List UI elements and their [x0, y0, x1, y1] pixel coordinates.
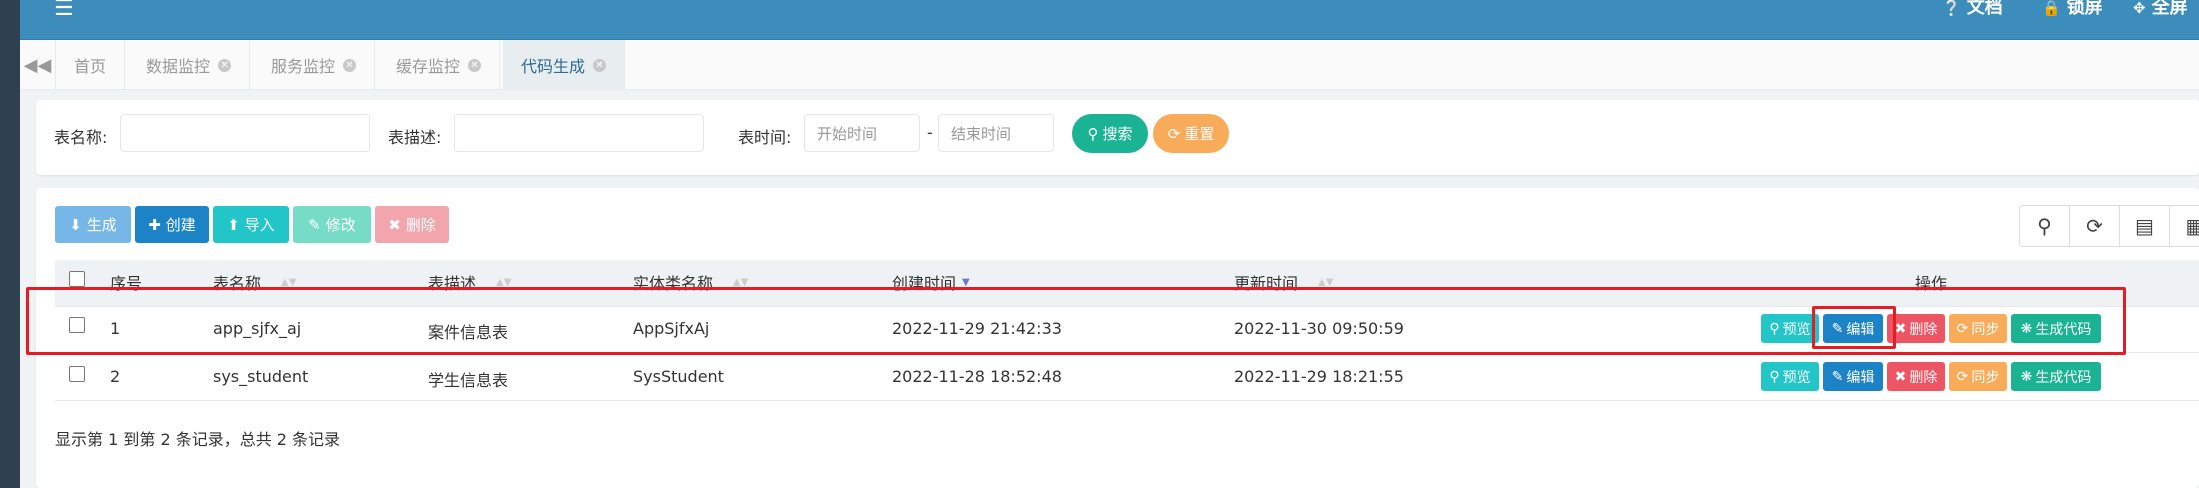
remove-icon: ✖	[1894, 368, 1907, 385]
search-icon[interactable]: ⚲	[2020, 206, 2070, 246]
row-created: 2022-11-28 18:52:48	[892, 367, 1062, 386]
import-button-label: 导入	[244, 216, 275, 234]
lock-label: 锁屏	[2066, 0, 2103, 18]
create-button-label: 创建	[165, 216, 196, 234]
docs-link[interactable]: ❔ 文档	[1942, 0, 2003, 17]
sort-icon: ▲▼	[281, 276, 297, 288]
sort-icon: ▲▼	[733, 276, 749, 288]
refresh-icon[interactable]: ⟳	[2070, 206, 2120, 246]
upload-icon: ⬆	[227, 215, 240, 234]
reset-button-label: 重置	[1184, 125, 1215, 143]
tab-label: 代码生成	[521, 57, 586, 76]
close-icon[interactable]: ✕	[468, 58, 482, 72]
table-desc-label: 表描述:	[388, 128, 442, 147]
create-button[interactable]: ✚ 创建	[135, 206, 209, 243]
close-icon[interactable]: ✕	[593, 58, 607, 72]
tab-data-monitor[interactable]: 数据监控 ✕	[128, 40, 251, 90]
search-button[interactable]: ⚲ 搜索	[1072, 114, 1148, 153]
pagination-info: 显示第 1 到第 2 条记录，总共 2 条记录	[55, 430, 341, 449]
table-name-label: 表名称:	[54, 128, 108, 147]
page-tabs: ◀◀ 首页 数据监控 ✕ 服务监控 ✕ 缓存监控 ✕ 代码生成 ✕	[20, 40, 2199, 90]
tab-cache-monitor[interactable]: 缓存监控 ✕	[378, 40, 501, 90]
import-button[interactable]: ⬆ 导入	[213, 206, 289, 243]
fullscreen-link[interactable]: ✥ 全屏	[2133, 0, 2188, 17]
bug-icon: ❋	[2020, 368, 2033, 385]
sort-icon: ▲▼	[1318, 276, 1334, 288]
table-desc-input[interactable]	[454, 114, 704, 152]
sort-icon: ▲▼	[496, 276, 512, 288]
top-navbar: ☰ ❔ 文档 🔒 锁屏 ✥ 全屏	[20, 0, 2199, 40]
sort-desc-icon: ▼	[962, 276, 970, 288]
table-tools: ⚲ ⟳ ▤ ▦	[2019, 205, 2199, 247]
tab-label: 首页	[74, 57, 107, 76]
row-checkbox[interactable]	[69, 366, 85, 382]
generate-button-label: 生成	[86, 216, 117, 234]
delete-button[interactable]: ✖ 删除	[375, 206, 449, 243]
generate-code-label: 生成代码	[2035, 369, 2092, 386]
tab-code-generation[interactable]: 代码生成 ✕	[503, 40, 626, 90]
sync-button[interactable]: ⟳ 同步	[1949, 362, 2007, 391]
time-separator: -	[927, 123, 933, 142]
lock-icon: 🔒	[2042, 0, 2061, 17]
download-icon: ⬇	[69, 215, 82, 234]
bars-icon[interactable]: ☰	[54, 0, 74, 20]
sidebar-strip	[0, 0, 20, 488]
plus-icon: ✚	[148, 215, 161, 234]
table-time-label: 表时间:	[738, 128, 792, 147]
tab-server-monitor[interactable]: 服务监控 ✕	[253, 40, 376, 90]
tab-label: 缓存监控	[396, 57, 461, 76]
row-delete-button[interactable]: ✖ 删除	[1887, 362, 1945, 391]
edit-icon: ✎	[1831, 368, 1844, 385]
lock-screen-link[interactable]: 🔒 锁屏	[2042, 0, 2103, 17]
tab-label: 数据监控	[146, 57, 211, 76]
search-form: 表名称: 表描述: 表时间: 开始时间 - 结束时间 ⚲ 搜索 ⟳ 重置	[36, 100, 2199, 175]
fullscreen-label: 全屏	[2151, 0, 2188, 18]
expand-icon: ✥	[2133, 0, 2146, 17]
preview-label: 预览	[1782, 369, 1811, 386]
highlight-row-annotation	[26, 287, 2126, 355]
start-time-input[interactable]: 开始时间	[804, 114, 920, 152]
reset-button[interactable]: ⟳ 重置	[1153, 114, 1229, 153]
search-button-label: 搜索	[1102, 125, 1133, 143]
generate-code-button[interactable]: ❋ 生成代码	[2011, 362, 2101, 391]
tab-label: 服务监控	[271, 57, 336, 76]
sync-label: 同步	[1971, 369, 2000, 386]
refresh-icon: ⟳	[1167, 124, 1181, 143]
delete-label: 删除	[1909, 369, 1938, 386]
close-icon[interactable]: ✕	[218, 58, 232, 72]
search-icon: ⚲	[1769, 368, 1780, 385]
edit-icon: ✎	[308, 215, 321, 234]
edit-label: 编辑	[1846, 369, 1875, 386]
select-all-checkbox[interactable]	[69, 271, 85, 287]
edit-button-label: 修改	[325, 216, 356, 234]
edit-button[interactable]: ✎ 修改	[293, 206, 371, 243]
columns-icon[interactable]: ▦	[2170, 206, 2199, 246]
table-name-input[interactable]	[120, 114, 370, 152]
search-icon: ⚲	[1087, 124, 1099, 143]
tabs-scroll-left-icon[interactable]: ◀◀	[20, 40, 56, 90]
question-circle-icon: ❔	[1942, 0, 1961, 17]
highlight-edit-annotation	[1812, 306, 1896, 349]
row-index: 2	[110, 367, 121, 386]
preview-button[interactable]: ⚲ 预览	[1761, 362, 1819, 391]
toggle-view-icon[interactable]: ▤	[2120, 206, 2170, 246]
remove-icon: ✖	[388, 215, 401, 234]
row-entity: SysStudent	[633, 367, 724, 386]
tab-home[interactable]: 首页	[56, 40, 126, 90]
row-edit-button[interactable]: ✎ 编辑	[1823, 362, 1883, 391]
refresh-icon: ⟳	[1956, 368, 1969, 385]
row-divider	[55, 400, 2199, 401]
docs-label: 文档	[1966, 0, 2003, 18]
row-updated: 2022-11-29 18:21:55	[1234, 367, 1404, 386]
delete-button-label: 删除	[405, 216, 436, 234]
row-table-desc: 学生信息表	[428, 371, 509, 390]
row-table-name: sys_student	[213, 367, 309, 386]
generate-button[interactable]: ⬇ 生成	[55, 206, 131, 243]
close-icon[interactable]: ✕	[343, 58, 357, 72]
end-time-input[interactable]: 结束时间	[938, 114, 1054, 152]
